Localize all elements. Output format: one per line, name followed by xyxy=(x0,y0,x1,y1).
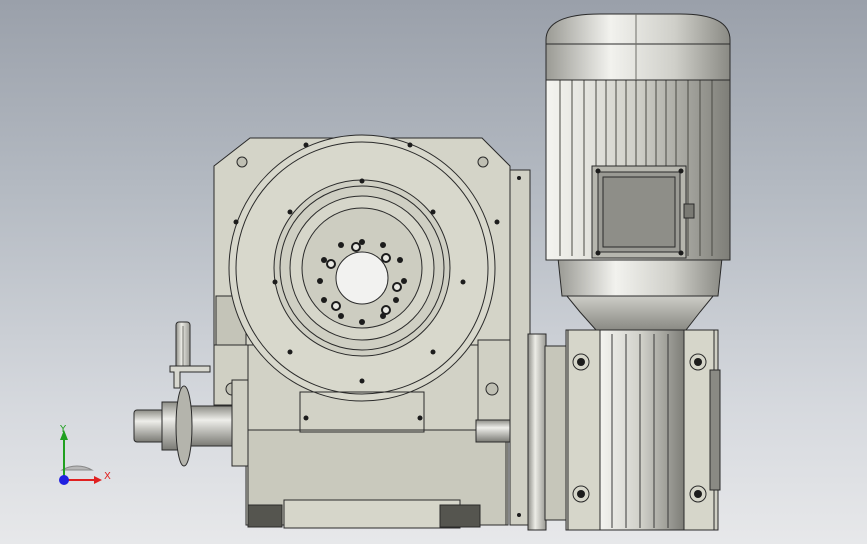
triad-y-label: Y xyxy=(59,424,67,435)
reducer-right-cap xyxy=(709,369,721,491)
housing-right-flange xyxy=(509,169,531,526)
electric-motor[interactable] xyxy=(545,13,731,331)
triad-x-label: X xyxy=(104,471,111,482)
triad-z-axis xyxy=(59,475,69,485)
model-view[interactable]: Y X xyxy=(0,0,867,544)
handle[interactable] xyxy=(169,321,211,389)
foot-shadow-right xyxy=(439,504,481,528)
shaft-seal xyxy=(231,379,249,467)
shaft-end xyxy=(133,409,165,443)
reducer-adapter xyxy=(527,333,547,531)
motor-fan-cover xyxy=(545,13,731,81)
indexer-housing[interactable] xyxy=(213,134,531,529)
motor-end-shield xyxy=(557,257,723,297)
triad-x-arrow-icon xyxy=(94,476,102,484)
housing-foot xyxy=(283,499,461,529)
reducer-body xyxy=(599,329,685,531)
shaft-flange xyxy=(175,385,193,467)
cad-viewport[interactable]: Y X xyxy=(0,0,867,544)
cable-gland xyxy=(683,203,695,219)
terminal-box-face xyxy=(602,176,676,248)
coordinate-triad: Y X xyxy=(59,424,111,485)
triad-quadrant xyxy=(60,465,94,471)
gear-reducer[interactable] xyxy=(527,319,721,531)
terminal-box[interactable] xyxy=(591,165,695,259)
handle-bracket xyxy=(169,365,211,389)
foot-shadow-left xyxy=(247,504,283,528)
table-center-bore xyxy=(335,251,389,305)
output-shaft xyxy=(475,419,511,443)
